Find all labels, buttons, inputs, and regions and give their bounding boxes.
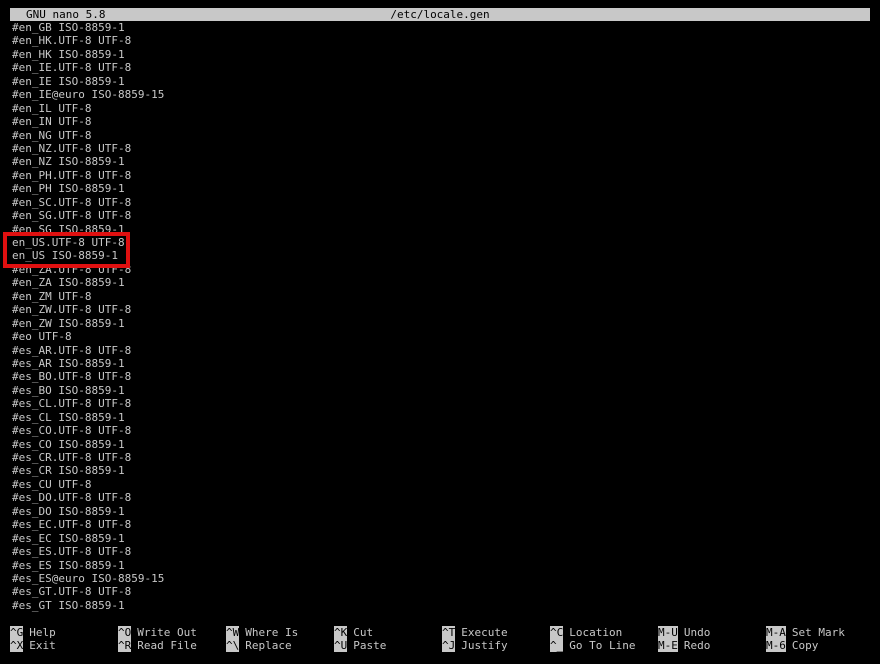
shortcut-go-to-line[interactable]: ^_ Go To Line	[550, 639, 635, 652]
shortcut-key: ^C	[550, 626, 564, 639]
editor-line[interactable]: #eo UTF-8	[12, 330, 872, 343]
editor-line[interactable]: #en_SG ISO-8859-1	[12, 223, 872, 236]
editor-line[interactable]: #es_AR.UTF-8 UTF-8	[12, 344, 872, 357]
shortcut-replace[interactable]: ^\ Replace	[226, 639, 292, 652]
editor-line[interactable]: #es_EC ISO-8859-1	[12, 532, 872, 545]
editor-line[interactable]: #es_DO.UTF-8 UTF-8	[12, 491, 872, 504]
editor-line[interactable]: #en_ZW.UTF-8 UTF-8	[12, 303, 872, 316]
shortcut-key: M-E	[658, 639, 678, 652]
terminal-window: GNU nano 5.8 /etc/locale.gen #en_GB ISO-…	[0, 0, 880, 664]
editor-line[interactable]: #en_NG UTF-8	[12, 129, 872, 142]
shortcut-label: Where Is	[245, 626, 299, 639]
shortcut-key: ^U	[334, 639, 348, 652]
shortcut-key: ^K	[334, 626, 348, 639]
shortcut-justify[interactable]: ^J Justify	[442, 639, 508, 652]
shortcut-key: ^X	[10, 639, 24, 652]
shortcut-label: Help	[29, 626, 56, 639]
editor-line[interactable]: #en_HK ISO-8859-1	[12, 48, 872, 61]
editor-line[interactable]: #es_EC.UTF-8 UTF-8	[12, 518, 872, 531]
shortcut-undo[interactable]: M-U Undo	[658, 626, 710, 639]
editor-line[interactable]: #en_ZA.UTF-8 UTF-8	[12, 263, 872, 276]
editor-line[interactable]: #es_ES@euro ISO-8859-15	[12, 572, 872, 585]
nano-title-bar: GNU nano 5.8 /etc/locale.gen	[10, 8, 870, 21]
editor-line[interactable]: #en_HK.UTF-8 UTF-8	[12, 34, 872, 47]
shortcut-label: Read File	[137, 639, 197, 652]
file-path: /etc/locale.gen	[390, 8, 490, 21]
editor-line[interactable]: #en_ZW ISO-8859-1	[12, 317, 872, 330]
shortcut-key: ^J	[442, 639, 456, 652]
editor-line[interactable]: #es_BO.UTF-8 UTF-8	[12, 370, 872, 383]
editor-line[interactable]: #es_GT.UTF-8 UTF-8	[12, 585, 872, 598]
shortcut-label: Undo	[683, 626, 711, 639]
shortcut-location[interactable]: ^C Location	[550, 626, 622, 639]
shortcut-copy[interactable]: M-6 Copy	[766, 639, 818, 652]
editor-line[interactable]: #en_IN UTF-8	[12, 115, 872, 128]
shortcut-write-out[interactable]: ^O Write Out	[118, 626, 197, 639]
editor-line[interactable]: #en_SC.UTF-8 UTF-8	[12, 196, 872, 209]
editor-buffer[interactable]: #en_GB ISO-8859-1 #en_HK.UTF-8 UTF-8 #en_H…	[12, 21, 872, 612]
shortcut-read-file[interactable]: ^R Read File	[118, 639, 197, 652]
editor-line[interactable]: #es_GT ISO-8859-1	[12, 599, 872, 612]
editor-line[interactable]: #es_ES.UTF-8 UTF-8	[12, 545, 872, 558]
editor-line[interactable]: #en_NZ ISO-8859-1	[12, 155, 872, 168]
editor-line[interactable]: #es_CU UTF-8	[12, 478, 872, 491]
shortcut-redo[interactable]: M-E Redo	[658, 639, 710, 652]
shortcut-key: ^O	[118, 626, 132, 639]
shortcut-key: M-A	[766, 626, 786, 639]
shortcut-label: Paste	[353, 639, 387, 652]
shortcut-label: Copy	[791, 639, 819, 652]
shortcut-help[interactable]: ^G Help	[10, 626, 56, 639]
shortcut-exit[interactable]: ^X Exit	[10, 639, 56, 652]
shortcut-label: Exit	[29, 639, 56, 652]
shortcut-paste[interactable]: ^U Paste	[334, 639, 386, 652]
editor-line[interactable]: #es_CO.UTF-8 UTF-8	[12, 424, 872, 437]
editor-line[interactable]: en_US.UTF-8 UTF-8	[12, 236, 872, 249]
editor-line[interactable]: #en_ZA ISO-8859-1	[12, 276, 872, 289]
editor-line[interactable]: #en_PH ISO-8859-1	[12, 182, 872, 195]
shortcut-label: Execute	[461, 626, 508, 639]
shortcut-bar-row-2: ^X Exit ^R Read File ^\ Replace ^U Paste ^J Justi…	[10, 639, 870, 652]
shortcut-label: Cut	[353, 626, 374, 639]
editor-line[interactable]: #es_CR.UTF-8 UTF-8	[12, 451, 872, 464]
editor-line[interactable]: #en_SG.UTF-8 UTF-8	[12, 209, 872, 222]
shortcut-label: Redo	[683, 639, 711, 652]
shortcut-key: M-6	[766, 639, 786, 652]
shortcut-key: ^\	[226, 639, 240, 652]
shortcut-set-mark[interactable]: M-A Set Mark	[766, 626, 845, 639]
shortcut-bar-row-1: ^G Help ^O Write Out ^W Where Is ^K Cut ^T Execut…	[10, 626, 870, 639]
shortcut-where-is[interactable]: ^W Where Is	[226, 626, 298, 639]
shortcut-label: Write Out	[137, 626, 197, 639]
editor-line[interactable]: #es_ES ISO-8859-1	[12, 559, 872, 572]
editor-line[interactable]: #es_AR ISO-8859-1	[12, 357, 872, 370]
editor-line[interactable]: #en_NZ.UTF-8 UTF-8	[12, 142, 872, 155]
shortcut-cut[interactable]: ^K Cut	[334, 626, 373, 639]
editor-line[interactable]: #es_CR ISO-8859-1	[12, 464, 872, 477]
editor-line[interactable]: #es_CL ISO-8859-1	[12, 411, 872, 424]
shortcut-key: M-U	[658, 626, 678, 639]
editor-line[interactable]: #es_CO ISO-8859-1	[12, 438, 872, 451]
shortcut-label: Location	[569, 626, 623, 639]
shortcut-key: ^G	[10, 626, 24, 639]
editor-line[interactable]: en_US ISO-8859-1	[12, 249, 872, 262]
editor-line[interactable]: #en_IL UTF-8	[12, 102, 872, 115]
editor-line[interactable]: #es_CL.UTF-8 UTF-8	[12, 397, 872, 410]
editor-line[interactable]: #en_IE ISO-8859-1	[12, 75, 872, 88]
editor-line[interactable]: #en_IE.UTF-8 UTF-8	[12, 61, 872, 74]
shortcut-label: Replace	[245, 639, 292, 652]
highlight-annotation-box	[3, 232, 130, 268]
shortcut-key: ^T	[442, 626, 456, 639]
shortcut-key: ^R	[118, 639, 132, 652]
editor-line[interactable]: #en_IE@euro ISO-8859-15	[12, 88, 872, 101]
editor-line[interactable]: #es_BO ISO-8859-1	[12, 384, 872, 397]
shortcut-execute[interactable]: ^T Execute	[442, 626, 508, 639]
shortcut-key: ^_	[550, 639, 564, 652]
editor-line[interactable]: #en_GB ISO-8859-1	[12, 21, 872, 34]
shortcut-key: ^W	[226, 626, 240, 639]
editor-line[interactable]: #en_ZM UTF-8	[12, 290, 872, 303]
editor-line[interactable]: #en_PH.UTF-8 UTF-8	[12, 169, 872, 182]
shortcut-label: Set Mark	[791, 626, 845, 639]
shortcut-label: Justify	[461, 639, 508, 652]
shortcut-label: Go To Line	[569, 639, 636, 652]
editor-line[interactable]: #es_DO ISO-8859-1	[12, 505, 872, 518]
